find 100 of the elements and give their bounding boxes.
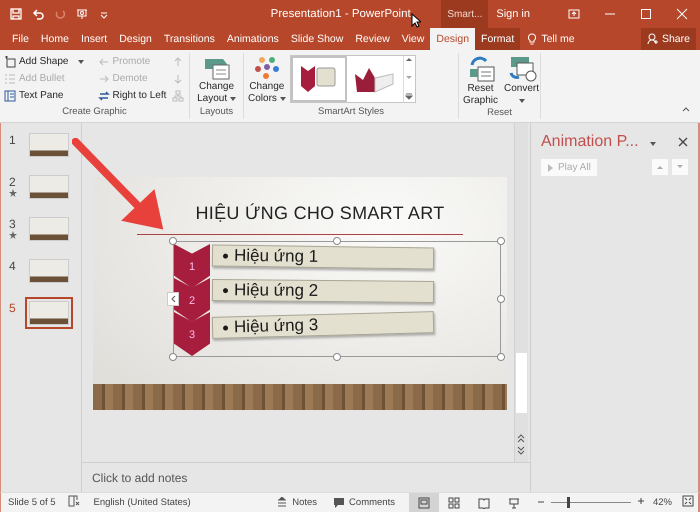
collapse-button[interactable] xyxy=(167,292,179,306)
ribbon-button[interactable]: Reset Graphic xyxy=(463,53,498,107)
presentation-icon xyxy=(76,8,88,20)
language[interactable]: English (United States) xyxy=(94,497,191,508)
ribbon-button[interactable]: Add Shape xyxy=(4,53,84,70)
animation-star-icon xyxy=(9,231,17,239)
share-button[interactable]: Share xyxy=(640,28,696,50)
swap-arrows-icon xyxy=(98,90,110,102)
lightbulb-icon xyxy=(526,33,538,45)
down-icon xyxy=(676,164,684,170)
hierarchy-icon xyxy=(172,90,184,102)
right-arrow-icon xyxy=(98,72,110,84)
view-button[interactable] xyxy=(408,493,439,512)
slide-thumbnail[interactable] xyxy=(25,297,73,329)
close-icon xyxy=(676,8,688,20)
projector-icon xyxy=(508,496,520,508)
ribbon-tab[interactable]: Home xyxy=(34,28,75,50)
maximize-icon xyxy=(640,8,652,20)
selection-handle[interactable] xyxy=(169,353,177,361)
ribbon-display-icon xyxy=(568,8,580,20)
mouse-cursor-icon xyxy=(411,13,421,28)
list-item: Hiệu ứng 3 xyxy=(212,311,434,339)
zoom-thumb[interactable] xyxy=(566,497,570,508)
spelling-icon xyxy=(68,495,80,507)
comments-button[interactable]: Comments xyxy=(333,496,395,508)
change-layout-button[interactable]: Change Layout xyxy=(197,53,236,105)
play-icon xyxy=(547,162,554,172)
caret-icon xyxy=(78,60,84,64)
ribbon-tab[interactable]: Format xyxy=(475,28,520,50)
selection-handle[interactable] xyxy=(497,353,505,361)
context-label: Smart... xyxy=(441,0,488,28)
ribbon-tab[interactable]: Slide Show xyxy=(284,28,350,50)
slide-number: 4 xyxy=(9,259,17,273)
slide-title: HIỆU ỨNG CHO SMART ART xyxy=(194,203,444,224)
slide-number: 5 xyxy=(9,301,17,315)
step-number: 3 xyxy=(174,312,210,356)
selection-handle[interactable] xyxy=(497,295,505,303)
slide-number: 1 xyxy=(9,133,17,147)
dropdown-caret-icon xyxy=(650,142,656,146)
ribbon-tab[interactable]: View xyxy=(396,28,430,50)
selection-handle[interactable] xyxy=(333,353,341,361)
next-slide-icon xyxy=(517,446,525,455)
more-icon xyxy=(405,93,414,100)
ribbon-tab[interactable]: Animations xyxy=(220,28,285,50)
animation-star-icon xyxy=(9,189,17,197)
ribbon-tab[interactable]: File xyxy=(6,28,35,50)
selection-handle[interactable] xyxy=(333,237,341,245)
group-label: SmartArt Styles xyxy=(317,106,385,119)
notes-icon xyxy=(276,497,288,508)
slide-number: 3 xyxy=(9,217,17,231)
change-colors-button[interactable]: Change Colors xyxy=(248,53,286,105)
caret-icon xyxy=(280,97,286,101)
collapse-ribbon-icon xyxy=(682,105,690,113)
book-icon xyxy=(478,496,490,508)
scroll-up-icon xyxy=(405,56,414,62)
sign-in-link[interactable]: Sign in xyxy=(488,8,556,20)
undo-icon xyxy=(32,8,44,20)
ribbon-button[interactable]: Text Pane xyxy=(4,87,84,104)
person-icon xyxy=(646,33,659,45)
down-arrow-icon xyxy=(172,72,184,84)
group-label: Layouts xyxy=(198,106,234,119)
chevron-left-icon xyxy=(170,295,176,303)
ribbon-tab[interactable]: Insert xyxy=(74,28,114,50)
caret-icon xyxy=(230,97,236,101)
list-item: Hiệu ứng 1 xyxy=(212,244,434,270)
left-arrow-icon xyxy=(98,56,110,68)
slide-counter: Slide 5 of 5 xyxy=(8,497,56,508)
style-option[interactable] xyxy=(290,56,347,102)
group-label: Create Graphic xyxy=(61,106,128,119)
normal-view-icon xyxy=(418,496,430,508)
ribbon-tab[interactable]: Design xyxy=(430,28,476,50)
redo-icon xyxy=(54,8,66,20)
comment-icon xyxy=(333,496,346,508)
scroll-down-icon xyxy=(405,74,414,80)
pane-title: Animation P... xyxy=(541,133,640,151)
color-dots-icon xyxy=(254,55,280,81)
close-icon xyxy=(678,137,688,147)
previous-slide-icon xyxy=(517,434,525,443)
save-icon xyxy=(10,8,22,20)
text-pane-icon xyxy=(4,90,16,102)
ribbon-tab[interactable]: Review xyxy=(349,28,396,50)
up-icon xyxy=(656,164,664,170)
zoom-percent[interactable]: 42% xyxy=(652,497,672,508)
fit-slide-icon xyxy=(682,495,694,507)
selection-handle[interactable] xyxy=(169,237,177,245)
scroll-thumb[interactable] xyxy=(516,353,527,413)
group-label: Reset xyxy=(486,107,513,119)
selection-handle[interactable] xyxy=(497,237,505,245)
ribbon-button[interactable]: Right to Left xyxy=(98,87,166,104)
ribbon-tab[interactable]: Transitions xyxy=(158,28,221,50)
smartart-frame[interactable]: 1 Hiệu ứng 1 2 Hiệu ứng 2 3 Hiệu ứng 3 xyxy=(173,241,501,357)
ribbon-tab[interactable]: Design xyxy=(113,28,158,50)
grid-view-icon xyxy=(448,496,460,508)
bullet-list-icon xyxy=(4,72,16,84)
notes-button[interactable]: Notes xyxy=(276,497,318,508)
tell-me-text[interactable]: Tell me xyxy=(541,33,575,45)
plus-icon xyxy=(636,497,645,505)
caret-icon xyxy=(518,99,525,103)
convert-icon xyxy=(506,55,537,83)
ribbon-button[interactable]: Convert xyxy=(504,53,540,107)
